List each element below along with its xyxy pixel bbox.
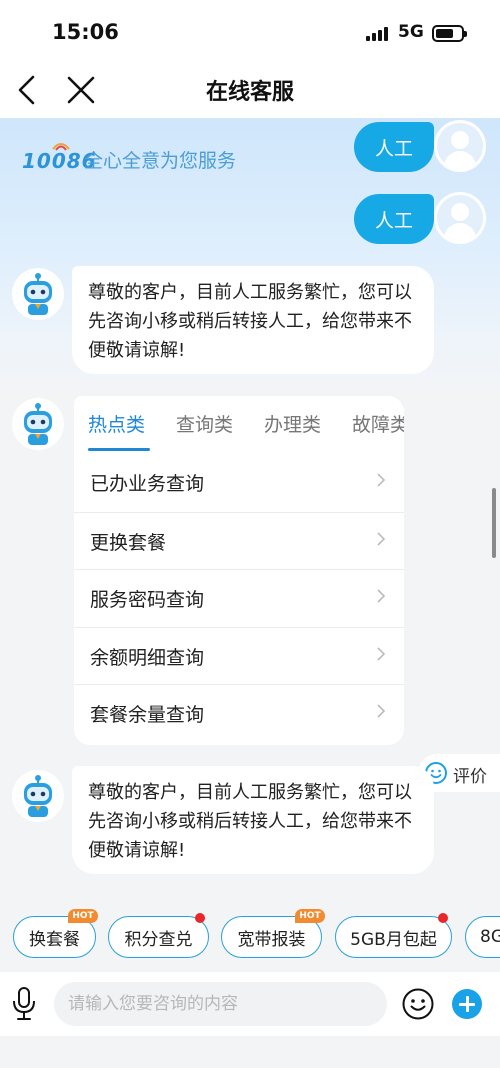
battery-icon	[432, 25, 467, 42]
battery-level	[436, 29, 453, 38]
chip-broadband[interactable]: 宽带报装 HOT	[221, 909, 325, 958]
chevron-right-icon	[377, 473, 386, 487]
menu-item-label: 服务密码查询	[90, 589, 205, 611]
rate-label: 评价	[453, 767, 487, 787]
microphone-icon[interactable]	[10, 986, 38, 1022]
input-bar	[0, 972, 500, 1036]
brand-slogan: 全心全意为您服务	[84, 150, 237, 172]
chip-8g[interactable]: 8G	[465, 916, 500, 958]
menu-item[interactable]: 已办业务查询	[74, 454, 404, 512]
chip-label: 8G	[480, 927, 500, 947]
chip-label: 积分查兑	[124, 929, 193, 950]
back-button[interactable]	[14, 74, 42, 106]
menu-item-label: 余额明细查询	[90, 646, 205, 669]
user-avatar[interactable]	[434, 120, 486, 172]
menu-item[interactable]: 套餐余量查询	[74, 684, 404, 742]
close-button[interactable]	[66, 74, 96, 106]
status-time: 15:06	[52, 20, 119, 44]
chip-label: 宽带报装	[237, 929, 306, 950]
menu-item[interactable]: 更换套餐	[74, 511, 404, 570]
close-icon	[67, 76, 95, 104]
network-label: 5G	[398, 22, 424, 42]
tab-query[interactable]: 查询类	[176, 410, 233, 437]
chevron-right-icon	[377, 531, 386, 546]
menu-item-label: 套餐余量查询	[90, 704, 205, 726]
bot-message: 尊敬的客户，目前人工服务繁忙，您可以先咨询小移或稍后转接人工，给您带来不便敬请谅…	[72, 266, 434, 374]
red-dot-badge	[438, 913, 448, 923]
message-input[interactable]	[54, 982, 387, 1026]
robot-avatar-icon	[12, 770, 64, 822]
chip-change-plan[interactable]: 换套餐 HOT	[13, 909, 98, 958]
active-tab-indicator	[88, 448, 150, 451]
bottom-safe-area	[0, 1036, 500, 1068]
robot-avatar-icon	[12, 268, 64, 320]
chevron-right-icon	[377, 704, 386, 718]
nav-bar: 在线客服	[0, 62, 500, 118]
menu-list: 已办业务查询 更换套餐 服务密码查询 余额明细查询 套餐余量查询	[74, 454, 404, 742]
quick-chips: 换套餐 HOT 积分查兑 宽带报装 HOT 5GB月包起 8G	[0, 909, 500, 960]
user-message[interactable]: 人工	[354, 122, 434, 172]
signal-icon	[366, 27, 392, 41]
plus-button[interactable]	[452, 989, 482, 1019]
scrollbar[interactable]	[492, 488, 496, 558]
tab-hot[interactable]: 热点类	[88, 410, 145, 437]
menu-item[interactable]: 服务密码查询	[74, 569, 404, 627]
user-avatar[interactable]	[434, 192, 486, 244]
chevron-right-icon	[377, 646, 386, 661]
chevron-left-icon	[18, 75, 35, 105]
red-dot-badge	[195, 913, 205, 923]
hot-badge: HOT	[295, 909, 325, 923]
menu-item[interactable]: 余额明细查询	[74, 626, 404, 685]
chip-points[interactable]: 积分查兑	[108, 913, 209, 958]
user-message[interactable]: 人工	[354, 194, 434, 244]
robot-avatar-icon	[12, 398, 64, 450]
quick-menu-card: 热点类 查询类 办理类 故障类 已办业务查询 更换套餐 服务密码查询 余额明细查…	[74, 396, 404, 745]
tab-handle[interactable]: 办理类	[264, 410, 321, 437]
bot-message: 尊敬的客户，目前人工服务繁忙，您可以先咨询小移或稍后转接人工，给您带来不便敬请谅…	[72, 766, 434, 874]
menu-tabs: 热点类 查询类 办理类 故障类	[88, 410, 404, 450]
chip-5gb-pack[interactable]: 5GB月包起	[335, 913, 452, 958]
emoji-icon[interactable]	[401, 987, 435, 1021]
menu-item-label: 已办业务查询	[90, 473, 205, 495]
menu-item-label: 更换套餐	[90, 531, 167, 554]
chevron-right-icon	[377, 589, 386, 603]
chip-label: 5GB月包起	[350, 929, 437, 950]
status-bar: 15:06 5G	[0, 0, 500, 62]
hot-badge: HOT	[68, 909, 98, 923]
chip-label: 换套餐	[29, 929, 80, 950]
tab-fault[interactable]: 故障类	[352, 410, 404, 437]
